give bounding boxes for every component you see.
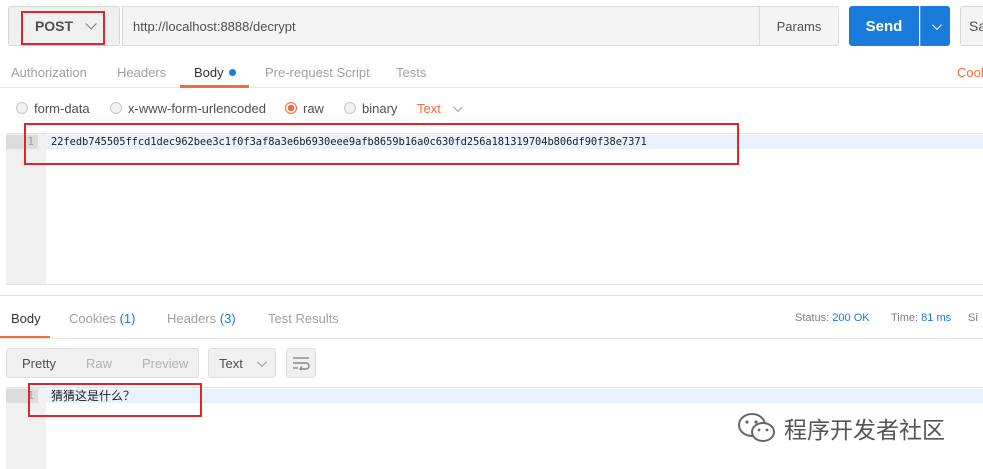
response-tab-body[interactable]: Body [11,311,41,326]
response-format-select[interactable]: Text [208,348,276,378]
wrap-icon [293,357,310,370]
wrap-lines-button[interactable] [286,348,316,378]
response-tabs-border [0,338,983,339]
response-time: Time: 81 ms [891,312,952,324]
watermark-text: 程序开发者社区 [784,418,945,444]
wechat-icon [738,413,775,442]
radio-circle [110,102,122,114]
response-highlight-box [28,383,202,417]
view-mode-group: Pretty Raw Preview [6,348,199,378]
radio-x-www-form-urlencoded[interactable]: x-www-form-urlencoded [110,98,266,118]
save-button[interactable]: Sa [960,6,983,46]
response-tab-headers[interactable]: Headers (3) [167,311,236,326]
response-tab-test-results[interactable]: Test Results [268,311,339,326]
active-tab-underline [180,85,249,88]
response-size: Si [968,312,978,324]
response-tab-cookies[interactable]: Cookies (1) [69,311,135,326]
method-highlight-box [21,11,105,45]
url-text: http://localhost:8888/decrypt [133,18,296,34]
request-tabs: Authorization Headers Body Pre-request S… [0,56,983,88]
chevron-down-icon [452,101,463,112]
tab-body[interactable]: Body [194,56,236,88]
cookies-link[interactable]: Cook [957,56,983,88]
watermark: 程序开发者社区 [736,408,945,448]
view-pretty-button[interactable]: Pretty [7,356,71,371]
radio-circle [16,102,28,114]
postman-window: POST http://localhost:8888/decrypt Param… [0,0,983,469]
tab-pre-request-script[interactable]: Pre-request Script [265,56,370,88]
send-button[interactable]: Send [849,6,919,46]
tab-headers[interactable]: Headers [117,56,166,88]
body-indicator-dot [228,68,236,76]
section-divider [0,295,983,296]
radio-raw[interactable]: raw [285,98,324,118]
url-input[interactable]: http://localhost:8888/decrypt [122,6,762,46]
radio-circle-selected [285,102,297,114]
view-preview-button[interactable]: Preview [127,356,203,371]
chevron-down-icon [931,19,942,30]
tab-authorization[interactable]: Authorization [11,56,87,88]
radio-circle [344,102,356,114]
view-raw-button[interactable]: Raw [71,356,127,371]
radio-form-data[interactable]: form-data [16,98,90,118]
tab-tests[interactable]: Tests [396,56,426,88]
radio-binary[interactable]: binary [344,98,397,118]
raw-type-select[interactable]: Text [417,98,463,118]
send-dropdown-button[interactable] [920,6,950,46]
response-status: Status: 200 OK [795,312,870,324]
chevron-down-icon [256,356,267,367]
params-button[interactable]: Params [759,6,839,46]
body-highlight-box [24,123,739,165]
